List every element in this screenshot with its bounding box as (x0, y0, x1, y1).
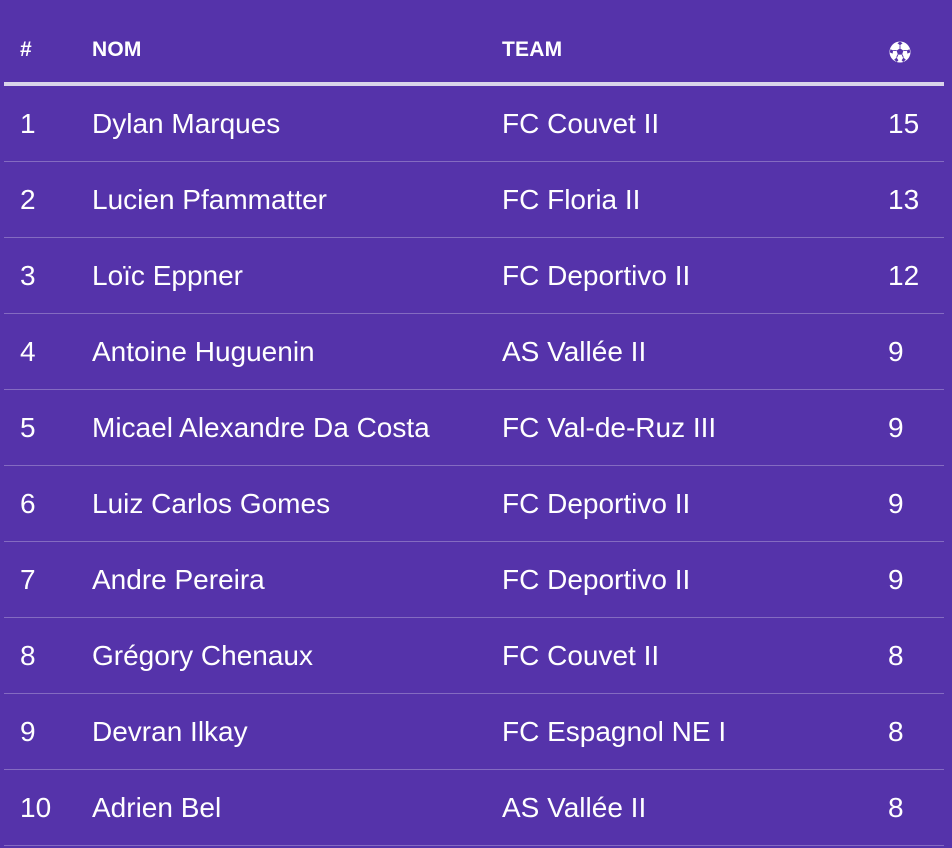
player-name-cell: Lucien Pfammatter (92, 184, 327, 215)
table-row: 9 Devran Ilkay FC Espagnol NE I 8 (4, 694, 944, 770)
rank-cell: 4 (20, 336, 36, 367)
rank-cell: 9 (20, 716, 36, 747)
player-name-cell: Dylan Marques (92, 108, 281, 139)
table-row: 10 Adrien Bel AS Vallée II 8 (4, 770, 944, 846)
player-name-cell: Adrien Bel (92, 792, 222, 823)
table-row: 6 Luiz Carlos Gomes FC Deportivo II 9 (4, 466, 944, 542)
team-name-cell: FC Espagnol NE I (502, 716, 727, 747)
table-header: # NOM TEAM (4, 0, 944, 86)
table-row: 7 Andre Pereira FC Deportivo II 9 (4, 542, 944, 618)
team-name-cell: FC Couvet II (502, 108, 660, 139)
team-name-cell: FC Floria II (502, 184, 641, 215)
team-name-cell: FC Val-de-Ruz III (502, 412, 717, 443)
player-name-cell: Antoine Huguenin (92, 336, 315, 367)
player-name-cell: Andre Pereira (92, 564, 265, 595)
player-name-cell: Loïc Eppner (92, 260, 243, 291)
team-name-cell: FC Deportivo II (502, 488, 691, 519)
player-name-cell: Micael Alexandre Da Costa (92, 412, 430, 443)
goals-cell: 8 (888, 640, 904, 671)
rank-cell: 10 (20, 792, 52, 823)
header-name: NOM (92, 38, 142, 61)
table-row: 8 Grégory Chenaux FC Couvet II 8 (4, 618, 944, 694)
rank-cell: 2 (20, 184, 36, 215)
team-name-cell: AS Vallée II (502, 336, 647, 367)
rank-cell: 5 (20, 412, 36, 443)
goals-cell: 13 (888, 184, 920, 215)
rank-cell: 3 (20, 260, 36, 291)
soccer-ball-icon (888, 40, 912, 64)
table-row: 2 Lucien Pfammatter FC Floria II 13 (4, 162, 944, 238)
goals-cell: 9 (888, 488, 904, 519)
team-name-cell: FC Deportivo II (502, 260, 691, 291)
rank-cell: 6 (20, 488, 36, 519)
table-row: 1 Dylan Marques FC Couvet II 15 (4, 86, 944, 162)
rank-cell: 1 (20, 108, 36, 139)
team-name-cell: FC Couvet II (502, 640, 660, 671)
goals-cell: 15 (888, 108, 920, 139)
header-team: TEAM (502, 38, 563, 61)
team-name-cell: FC Deportivo II (502, 564, 691, 595)
goals-cell: 9 (888, 412, 904, 443)
goals-cell: 9 (888, 336, 904, 367)
player-name-cell: Devran Ilkay (92, 716, 248, 747)
table-row: 4 Antoine Huguenin AS Vallée II 9 (4, 314, 944, 390)
scorers-table: # NOM TEAM 1 Dylan Marques FC Couvet II … (4, 0, 944, 846)
table-row: 5 Micael Alexandre Da Costa FC Val-de-Ruz … (4, 390, 944, 466)
table-row: 3 Loïc Eppner FC Deportivo II 12 (4, 238, 944, 314)
header-rank: # (20, 38, 32, 61)
goals-cell: 8 (888, 716, 904, 747)
player-name-cell: Grégory Chenaux (92, 640, 314, 671)
goals-cell: 12 (888, 260, 920, 291)
header-goals (888, 40, 912, 70)
team-name-cell: AS Vallée II (502, 792, 647, 823)
goals-cell: 9 (888, 564, 904, 595)
goals-cell: 8 (888, 792, 904, 823)
player-name-cell: Luiz Carlos Gomes (92, 488, 331, 519)
rank-cell: 7 (20, 564, 36, 595)
rank-cell: 8 (20, 640, 36, 671)
